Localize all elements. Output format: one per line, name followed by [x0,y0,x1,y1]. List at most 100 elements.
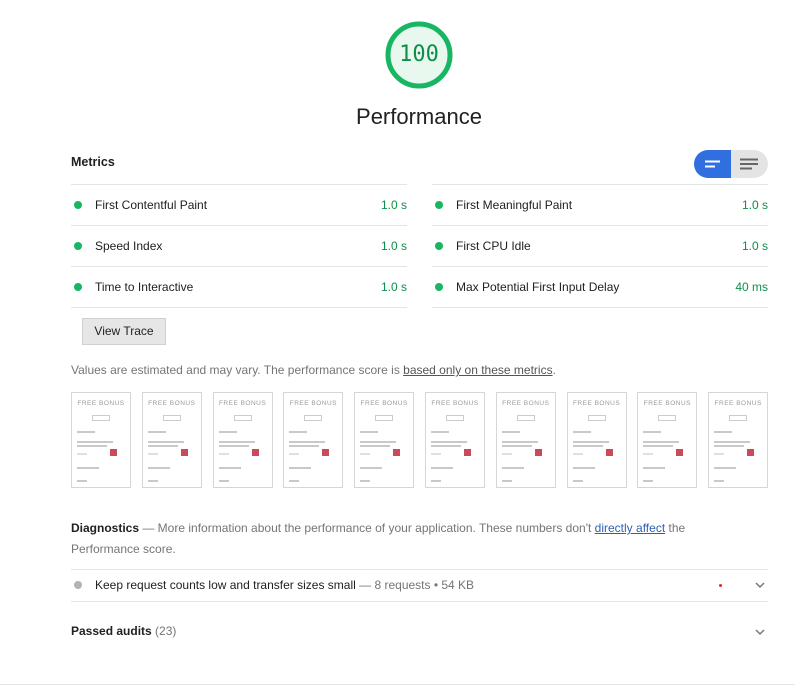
bottom-divider [0,684,795,685]
metrics-column-left: First Contentful Paint 1.0 s Speed Index… [71,184,407,308]
metric-value: 1.0 s [380,280,407,294]
frame-title: FREE BONUS [148,400,196,407]
frame-line [572,467,595,469]
audit-title: Keep request counts low and transfer siz… [95,578,356,592]
frame-line [218,480,229,482]
compact-view-icon [705,160,720,168]
frame-title: FREE BONUS [643,400,692,407]
metric-name: Max Potential First Input Delay [456,280,620,294]
info-dot-icon [74,581,82,589]
frame-red-button [180,449,188,456]
frame-line [501,445,532,447]
frame-pill [162,415,181,421]
frame-line [572,441,609,443]
filmstrip-frame: FREE BONUS [283,392,344,488]
metrics-column-right: First Meaningful Paint 1.0 s First CPU I… [432,184,768,308]
frame-line [714,480,725,482]
pass-dot-icon [74,201,82,209]
frame-line [147,480,158,482]
frame-line [147,441,184,443]
passed-audits-toggle[interactable]: Passed audits (23) [71,624,768,638]
frame-line [77,445,107,447]
frame-line [501,441,538,443]
metric-name: Speed Index [95,239,163,253]
frame-line [501,480,512,482]
metric-first-cpu-idle: First CPU Idle 1.0 s [432,225,768,266]
frame-line [572,445,603,447]
frame-line [147,445,178,447]
metric-speed-index: Speed Index 1.0 s [71,225,407,266]
frame-line [218,431,237,433]
passed-audits-count: (23) [155,624,177,638]
frame-title: FREE BONUS [502,400,550,407]
frame-line [643,431,662,433]
audit-detail: — 8 requests • 54 KB [355,578,475,592]
frame-line [431,453,441,455]
frame-line [147,431,166,433]
metric-first-contentful-paint: First Contentful Paint 1.0 s [71,184,407,225]
frame-pill [375,415,394,421]
metric-first-meaningful-paint: First Meaningful Paint 1.0 s [432,184,768,225]
frame-pill [446,415,464,421]
frame-line [289,445,320,447]
estimate-note: Values are estimated and may vary. The p… [71,363,556,377]
compact-view-button[interactable] [694,150,731,178]
frame-line [431,467,453,469]
expanded-view-button[interactable] [731,150,768,178]
chevron-down-icon[interactable] [754,579,766,591]
frame-line [77,441,113,443]
frame-red-button [464,449,471,456]
pass-dot-icon [74,283,82,291]
filmstrip-frame: FREE BONUS [354,392,415,488]
metrics-info-link[interactable]: based only on these metrics [403,363,552,377]
metric-name: First Contentful Paint [95,198,208,212]
frame-red-button [251,449,259,456]
frame-line [289,467,312,469]
metric-value: 1.0 s [741,198,768,212]
frame-line [77,453,87,455]
frame-pill [304,415,323,421]
frame-line [714,441,751,443]
red-marker-dot [719,584,722,587]
diagnostics-text: — More information about the performance… [139,521,595,535]
frame-pill [233,415,252,421]
frame-title: FREE BONUS [572,400,621,407]
filmstrip: FREE BONUS FREE BONUS FREE BONUS FREE BONUS… [71,392,771,488]
frame-red-button [393,449,401,456]
pass-dot-icon [74,242,82,250]
frame-title: FREE BONUS [77,400,125,407]
frame-line [218,467,241,469]
chevron-down-icon[interactable] [754,626,766,638]
diagnostics-label: Diagnostics [71,521,140,535]
frame-red-button [605,449,613,456]
frame-line [360,467,383,469]
diagnostics-description: Diagnostics — More information about the… [71,518,751,560]
frame-pill [92,415,110,421]
filmstrip-frame: FREE BONUS [71,392,131,488]
filmstrip-frame: FREE BONUS [141,392,202,488]
note-prefix: Values are estimated and may vary. The p… [71,363,404,377]
frame-line [431,431,449,433]
audit-request-counts[interactable]: Keep request counts low and transfer siz… [71,569,768,602]
metrics-view-toggle[interactable] [694,150,768,178]
frame-line [431,441,467,443]
filmstrip-frame: FREE BONUS [425,392,485,488]
directly-affect-link[interactable]: directly affect [595,521,665,535]
metrics-header: Metrics [71,155,115,169]
frame-pill [658,415,677,421]
frame-line [360,441,397,443]
filmstrip-frame: FREE BONUS [566,392,627,488]
frame-line [431,480,441,482]
pass-dot-icon [435,242,443,250]
frame-line [218,453,229,455]
view-trace-button[interactable]: View Trace [82,318,166,345]
frame-line [218,441,255,443]
performance-score: 100 [399,42,439,67]
metric-name: Time to Interactive [95,280,194,294]
frame-line [572,453,583,455]
frame-line [714,453,725,455]
metric-value: 1.0 s [380,198,407,212]
frame-line [289,480,300,482]
filmstrip-frame: FREE BONUS [495,392,556,488]
metric-time-to-interactive: Time to Interactive 1.0 s [71,266,407,308]
